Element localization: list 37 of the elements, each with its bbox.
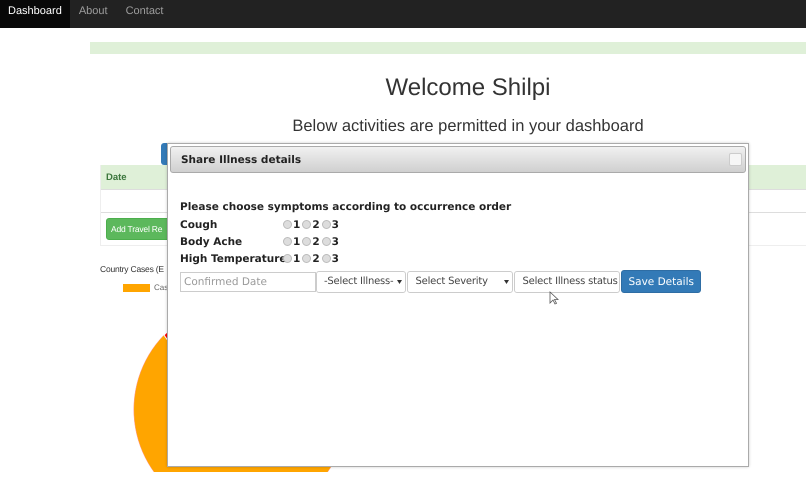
radio-label: 1 <box>293 218 300 230</box>
symptom-label: High Temperature <box>180 252 283 264</box>
radio-label: 3 <box>332 252 339 264</box>
radio-button[interactable] <box>283 237 292 246</box>
nav-link[interactable]: About <box>70 0 117 28</box>
close-button[interactable] <box>729 153 742 166</box>
select-dropdown[interactable]: -Select Illness- <box>316 270 406 292</box>
page-title: Welcome Shilpi <box>384 74 552 102</box>
legend-swatch <box>123 284 150 292</box>
radio-label: 2 <box>312 218 320 230</box>
radio-button[interactable] <box>322 254 331 263</box>
radio-button[interactable] <box>322 237 331 246</box>
instruction-text: Please choose symptoms according to occurrence order <box>180 200 512 215</box>
column-header: Date <box>105 172 127 182</box>
radio-label: 1 <box>293 236 300 248</box>
save-button[interactable]: Save Details <box>621 270 701 293</box>
radio-button[interactable] <box>322 220 331 229</box>
radio-button[interactable] <box>283 254 292 263</box>
radio-button[interactable] <box>302 237 312 246</box>
chart-title: Country Cases (E <box>100 264 165 274</box>
date-field[interactable]: Confirmed Date <box>180 272 316 292</box>
nav-link[interactable]: Contact <box>116 0 172 28</box>
radio-label: 1 <box>293 252 300 264</box>
caret-icon <box>504 280 510 284</box>
radio-label: 2 <box>312 252 320 264</box>
radio-button[interactable] <box>302 254 312 263</box>
radio-label: 3 <box>332 218 339 230</box>
caret-icon <box>397 280 402 284</box>
radio-label: 2 <box>312 236 320 248</box>
cursor-icon <box>549 291 559 305</box>
select-dropdown[interactable]: Select Severity <box>407 270 514 292</box>
dialog-title: Share Illness details <box>181 154 302 166</box>
nav-link[interactable]: Dashboard <box>0 0 70 28</box>
radio-label: 3 <box>332 236 339 248</box>
page-subtitle: Below activities are permitted in your dashboard <box>291 116 645 136</box>
radio-button[interactable] <box>302 220 312 229</box>
radio-button[interactable] <box>283 220 292 229</box>
